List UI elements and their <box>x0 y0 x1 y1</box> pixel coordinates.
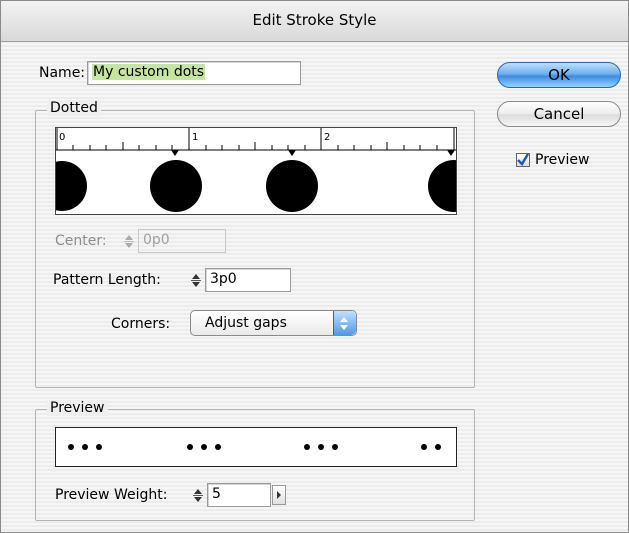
name-label: Name: <box>39 65 86 81</box>
preview-weight-label: Preview Weight: <box>55 487 168 503</box>
preview-weight-stepper[interactable] <box>193 487 205 505</box>
stepper-up-icon <box>192 274 200 279</box>
pattern-length-field[interactable]: 3p0 <box>205 268 291 292</box>
preview-dot <box>82 444 88 450</box>
dotted-group-title: Dotted <box>47 100 101 116</box>
ruler-label-1: 1 <box>192 132 198 143</box>
preview-checkbox-label: Preview <box>535 152 590 168</box>
name-field[interactable]: My custom dots <box>87 61 301 85</box>
pattern-length-stepper[interactable] <box>191 272 203 290</box>
stepper-up-icon <box>125 235 133 240</box>
preview-dot <box>421 444 427 450</box>
ok-button[interactable]: OK <box>497 62 621 88</box>
edit-stroke-style-dialog: Edit Stroke Style Name: My custom dots O… <box>0 0 629 533</box>
pattern-dot <box>56 161 87 211</box>
preview-weight-menu-button[interactable] <box>272 485 286 505</box>
corners-popup[interactable]: Adjust gaps <box>190 310 357 336</box>
stroke-preview <box>55 427 457 467</box>
preview-dot <box>215 444 221 450</box>
pattern-dot <box>428 160 456 212</box>
preview-dot <box>332 444 338 450</box>
dot-marker-icon <box>171 150 179 156</box>
preview-weight-field[interactable]: 5 <box>207 483 271 507</box>
pattern-dot <box>266 160 318 212</box>
popup-arrows-icon <box>333 311 356 335</box>
preview-dot <box>187 444 193 450</box>
preview-dot <box>304 444 310 450</box>
preview-dot <box>201 444 207 450</box>
stepper-down-icon <box>125 243 133 248</box>
ruler-label-0: 0 <box>59 132 65 143</box>
preview-dot <box>68 444 74 450</box>
preview-group-title: Preview <box>47 400 108 416</box>
ruler-ticks <box>56 128 455 150</box>
window-title: Edit Stroke Style <box>252 11 377 29</box>
title-bar[interactable]: Edit Stroke Style <box>1 1 628 42</box>
name-field-value: My custom dots <box>92 64 206 80</box>
cancel-button[interactable]: Cancel <box>497 101 621 127</box>
preview-dot <box>318 444 324 450</box>
pattern-ruler-graphic: 0 1 2 <box>56 128 456 212</box>
corners-label: Corners: <box>111 316 171 332</box>
pattern-length-label: Pattern Length: <box>53 272 161 288</box>
ruler-label-2: 2 <box>324 132 330 143</box>
preview-dot <box>96 444 102 450</box>
stepper-up-icon <box>194 489 202 494</box>
dot-marker-icon <box>447 150 455 156</box>
stepper-down-icon <box>194 497 202 502</box>
preview-checkbox[interactable] <box>516 153 530 167</box>
corners-popup-value: Adjust gaps <box>205 315 287 331</box>
stepper-down-icon <box>192 282 200 287</box>
pattern-ruler[interactable]: 0 1 2 <box>55 127 457 215</box>
preview-dot <box>435 444 441 450</box>
pattern-dot <box>150 160 202 212</box>
center-stepper <box>124 233 136 251</box>
checkmark-icon <box>517 153 530 167</box>
center-label: Center: <box>55 233 107 249</box>
dot-marker-icon <box>288 150 296 156</box>
arrow-right-icon <box>277 491 281 499</box>
center-field: 0p0 <box>138 229 226 253</box>
